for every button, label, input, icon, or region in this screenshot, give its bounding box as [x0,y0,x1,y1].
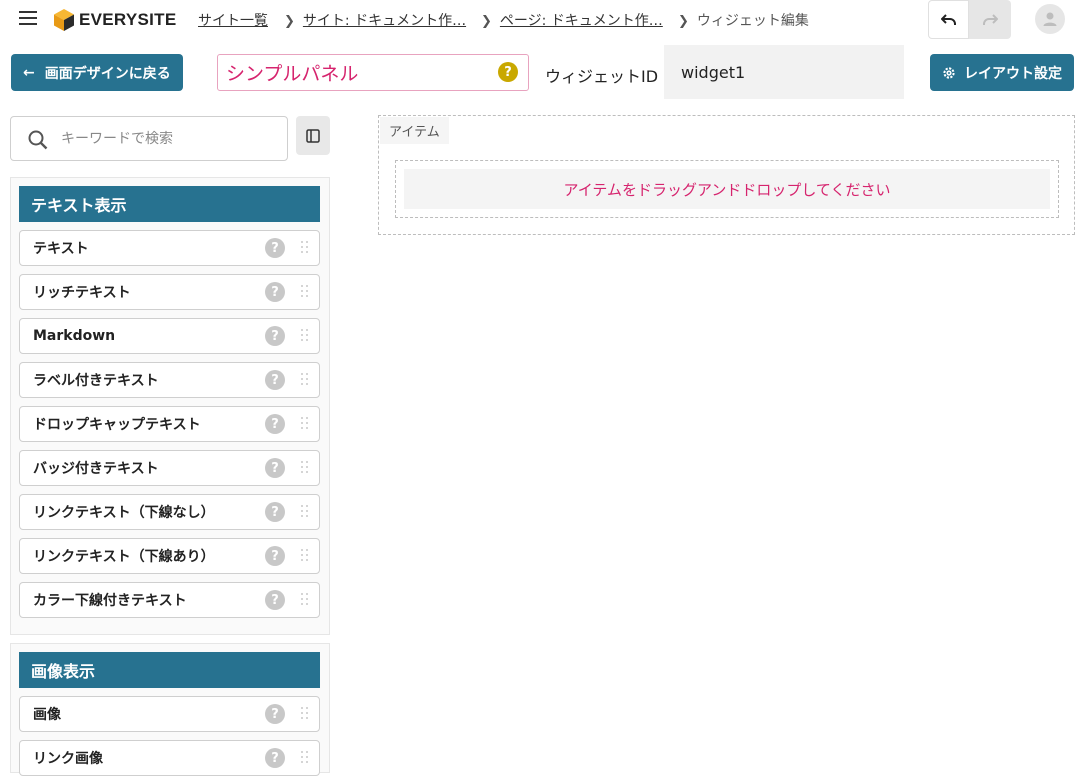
redo-button[interactable] [969,0,1011,39]
group-text-display: テキスト表示 テキスト? リッチテキスト? Markdown? ラベル付きテキスト? ド… [10,177,330,635]
widget-palette-item[interactable]: リンクテキスト（下線なし）? [19,494,320,530]
widget-id-input[interactable] [664,45,884,99]
arrow-left-icon: ← [23,64,35,81]
chevron-right-icon: ❯ [678,14,689,29]
widget-palette-item-label: リンクテキスト（下線あり） [33,549,215,565]
widget-palette-item[interactable]: バッジ付きテキスト? [19,450,320,486]
breadcrumb-current: ❯ ウィジェット編集 [678,13,809,29]
widget-palette-item-label: バッジ付きテキスト [33,461,159,477]
chevron-right-icon: ❯ [481,14,492,29]
drag-handle-icon[interactable] [301,707,309,722]
chevron-right-icon: ❯ [284,14,295,29]
drag-handle-icon[interactable] [301,241,309,256]
help-icon[interactable]: ? [265,502,285,522]
breadcrumb-site[interactable]: ❯ サイト: ドキュメント作… [284,10,466,30]
widget-id-field[interactable] [664,45,904,99]
widget-palette-item[interactable]: リッチテキスト? [19,274,320,310]
group-header: 画像表示 [19,652,320,688]
drag-handle-icon[interactable] [301,505,309,520]
widget-palette-item-label: ラベル付きテキスト [33,373,159,389]
widget-palette-item[interactable]: リンク画像? [19,740,320,776]
drag-handle-icon[interactable] [301,461,309,476]
container-label: アイテム [380,117,449,144]
widget-palette-item[interactable]: ドロップキャップテキスト? [19,406,320,442]
widget-palette-item[interactable]: リンクテキスト（下線あり）? [19,538,320,574]
logo-text: EVERYSITE [79,10,177,29]
help-icon[interactable]: ? [265,458,285,478]
redo-icon [983,13,998,25]
logo[interactable]: EVERYSITE [53,7,177,33]
widget-title-input[interactable] [218,55,488,90]
sidebar-toggle-button[interactable] [296,116,330,155]
group-image-display: 画像表示 画像? リンク画像? [10,643,330,776]
help-icon[interactable]: ? [498,62,518,82]
help-icon[interactable]: ? [265,238,285,258]
breadcrumb-page[interactable]: ❯ ページ: ドキュメント作… [481,10,663,30]
drag-handle-icon[interactable] [301,285,309,300]
group-header: テキスト表示 [19,186,320,222]
sidebar-panel-icon [306,128,320,143]
widget-palette-item-label: リンクテキスト（下線なし） [33,505,215,521]
help-icon[interactable]: ? [265,546,285,566]
help-icon[interactable]: ? [265,414,285,434]
widget-palette-item[interactable]: 画像? [19,696,320,732]
widget-palette-item-label: リッチテキスト [33,285,131,301]
search-icon [28,130,48,150]
widget-palette-item-label: リンク画像 [33,751,103,767]
gear-icon [943,66,955,79]
widget-palette-item-label: ドロップキャップテキスト [33,417,201,433]
widget-palette-item-label: 画像 [33,707,61,723]
help-icon[interactable]: ? [265,748,285,768]
widget-id-label: ウィジェットID [545,67,659,86]
layout-settings-button[interactable]: レイアウト設定 [930,54,1074,91]
menu-icon[interactable] [19,10,37,26]
widget-palette-item-label: Markdown [33,328,116,344]
app-header: EVERYSITE サイト一覧 ❯ サイト: ドキュメント作… ❯ ページ: ドキュ… [0,0,1089,40]
drag-handle-icon[interactable] [301,549,309,564]
drag-handle-icon[interactable] [301,373,309,388]
help-icon[interactable]: ? [265,704,285,724]
drag-handle-icon[interactable] [301,751,309,766]
help-icon[interactable]: ? [265,326,285,346]
help-icon[interactable]: ? [265,282,285,302]
undo-icon [940,13,956,25]
widget-palette-item[interactable]: テキスト? [19,230,320,266]
item-container: アイテム アイテムをドラッグアンドドロップしてください [378,115,1075,235]
widget-palette-item[interactable]: ラベル付きテキスト? [19,362,320,398]
search-box[interactable] [10,116,288,161]
user-avatar[interactable] [1035,4,1065,34]
widget-palette-item[interactable]: カラー下線付きテキスト? [19,582,320,618]
drag-handle-icon[interactable] [301,417,309,432]
help-icon[interactable]: ? [265,590,285,610]
search-input[interactable] [59,117,279,160]
drag-handle-icon[interactable] [301,329,309,344]
widget-palette-item-label: カラー下線付きテキスト [33,593,187,609]
user-icon [1043,12,1057,26]
drop-hint[interactable]: アイテムをドラッグアンドドロップしてください [404,169,1050,209]
logo-cube-icon [54,9,74,31]
help-icon[interactable]: ? [265,370,285,390]
breadcrumb-site-list[interactable]: サイト一覧 [198,10,268,30]
widget-palette-item[interactable]: Markdown? [19,318,320,354]
drag-handle-icon[interactable] [301,593,309,608]
drop-area[interactable]: アイテムをドラッグアンドドロップしてください [395,160,1059,218]
back-to-design-button[interactable]: ← 画面デザインに戻る [11,54,183,91]
undo-button[interactable] [928,0,969,39]
widget-title-field[interactable]: ? [217,54,529,91]
widget-palette-item-label: テキスト [33,241,89,257]
